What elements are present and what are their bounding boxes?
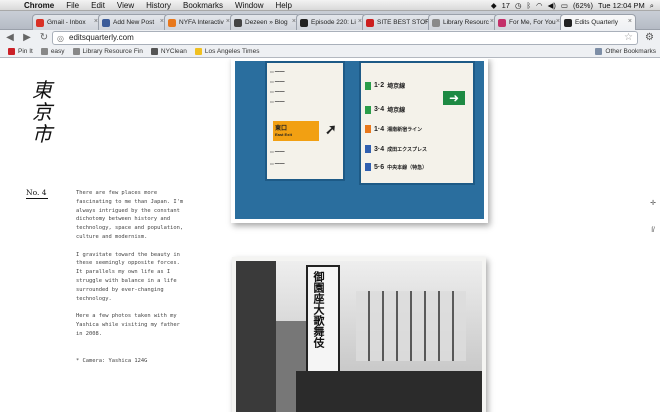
tab-label: Dezeen » Blog [245,19,288,26]
wordpress-icon [102,19,110,27]
tab-site-best[interactable]: SITE BEST STOR × [362,14,432,30]
station-sign-right: ➜ 1·2 埼京線 3·4 埼京線 1·4 湘南新宿ライン 3·4 成田エクスプレス 5… [359,61,475,185]
page-icon [150,48,158,55]
nyfa-icon [168,19,176,27]
tab-dezeen[interactable]: Dezeen » Blog × [230,14,300,30]
theater-banner: 御園座大歌舞伎 [306,265,340,375]
menu-app[interactable]: Chrome [18,0,60,11]
building-windows [356,291,466,361]
volume-icon[interactable]: ◀) [548,0,556,11]
menu-help[interactable]: Help [269,0,297,11]
side-controls: ✛ ſ/ [650,199,656,234]
menu-bar: Chrome File Edit View History Bookmarks … [0,0,660,11]
tab-gmail[interactable]: Gmail - Inbox × [32,14,102,30]
folder-icon [595,48,603,55]
bookmark-nyclean[interactable]: NYClean [150,48,187,55]
tab-nyfa[interactable]: NYFA Interactiv × [164,14,234,30]
bookmark-label: Los Angeles Times [204,48,260,55]
menu-bookmarks[interactable]: Bookmarks [177,0,229,11]
arrow-icon: ➚ [325,121,337,137]
menu-view[interactable]: View [111,0,140,11]
bluetooth-icon[interactable]: ᛒ [527,0,532,11]
dezeen-icon [234,19,242,27]
menu-window[interactable]: Window [229,0,269,11]
tab-label: For Me, For You [509,19,556,26]
menu-edit[interactable]: Edit [85,0,111,11]
bookmark-la-times[interactable]: Los Angeles Times [194,48,260,55]
bookmark-library[interactable]: Library Resource Fin [72,48,143,55]
paragraph: There are few places more fascinating to… [76,190,184,240]
tab-library-resource[interactable]: Library Resourc × [428,14,498,30]
page-title: 東京市 [32,78,52,146]
tab-label: SITE BEST STOR [377,19,430,26]
tab-label: Library Resourc [443,19,489,26]
bookmark-pin-it[interactable]: Pin It [8,48,33,55]
tab-label: Add New Post [113,19,155,26]
tab-for-me[interactable]: For Me, For You × [494,14,564,30]
episode-icon [300,19,308,27]
photo-station-signs: ▭ ━━━━ ▭ ━━━━ ▭ ━━━━ ▭ ━━━━ 東口 East Exit … [231,59,488,223]
spotlight-icon[interactable]: ⌕ [650,0,654,11]
page-icon [498,19,506,27]
youtube-icon [366,19,374,27]
bookmark-other[interactable]: Other Bookmarks [595,48,656,55]
share-icon[interactable]: ſ/ [651,227,655,234]
battery-percent: (62%) [572,0,593,10]
tab-episode[interactable]: Episode 220: Li × [296,14,366,30]
time-machine-icon[interactable]: ◷ [515,0,522,11]
bookmark-label: easy [50,48,65,55]
url-text: editsquarterly.com [69,33,134,42]
page-icon [72,48,80,55]
bookmark-label: Library Resource Fin [82,48,143,55]
wrench-icon[interactable]: ⚙ [645,32,654,43]
forward-icon[interactable]: ▶ [20,31,34,45]
close-icon[interactable]: × [628,18,632,25]
paragraph: I gravitate toward the beauty in these s… [76,251,180,302]
page-info-icon[interactable]: ◎ [57,34,64,43]
bookmark-label: Other Bookmarks [605,48,656,55]
bookmarks-bar: Pin It easy Library Resource Fin NYClean… [0,46,660,58]
arrow-icon: ➜ [443,91,465,105]
station-sign-left: ▭ ━━━━ ▭ ━━━━ ▭ ━━━━ ▭ ━━━━ 東口 East Exit … [265,61,345,181]
photo-theater: 御園座大歌舞伎 [232,257,486,412]
tab-add-new-post[interactable]: Add New Post × [98,14,168,30]
clock[interactable]: Tue 12:04 PM [598,0,645,11]
battery-icon[interactable]: ▭ [561,0,568,11]
address-bar[interactable]: ◎ editsquarterly.com ☆ [52,31,638,45]
gmail-icon [36,19,44,27]
toolbar: ◀ ▶ ↻ ◎ editsquarterly.com ☆ ⚙ [0,30,660,46]
pinterest-icon [8,48,15,55]
article-text: There are few places more fascinating to… [76,189,184,374]
photo-scene: 御園座大歌舞伎 [236,261,482,412]
tab-strip: Gmail - Inbox × Add New Post × NYFA Intera… [0,11,660,30]
bookmark-label: NYClean [160,48,187,55]
paragraph: * Camera: Yashica 124G [76,357,148,364]
tab-label: Gmail - Inbox [47,19,86,26]
menubar-status: ◆ 17 ◷ ᛒ ◠ ◀) ▭ (62%) Tue 12:04 PM ⌕ [491,0,660,11]
bookmark-easy[interactable]: easy [40,48,65,55]
star-icon[interactable]: ☆ [624,32,633,43]
tab-label: Edits Quarterly [575,19,618,26]
menu-history[interactable]: History [140,0,177,11]
exit-sign: 東口 East Exit [273,121,319,141]
paragraph: Here a few photos taken with my Yashica … [76,313,180,337]
notifications-count: 17 [501,0,510,10]
wifi-icon[interactable]: ◠ [536,0,543,11]
issue-number: No. 4 [26,188,48,199]
notifications-icon[interactable]: ◆ [491,0,497,11]
tab-label: Episode 220: Li [311,19,356,26]
reload-icon[interactable]: ↻ [37,31,51,45]
tab-edits-quarterly[interactable]: Edits Quarterly × [560,14,636,30]
page-icon [564,19,572,27]
back-icon[interactable]: ◀ [3,31,17,45]
page-icon [194,48,202,55]
plus-icon[interactable]: ✛ [650,199,656,207]
photo-scene: ▭ ━━━━ ▭ ━━━━ ▭ ━━━━ ▭ ━━━━ 東口 East Exit … [235,61,484,219]
page-content: 東京市 No. 4 There are few places more fasc… [0,59,660,412]
folder-icon [40,48,48,55]
menu-file[interactable]: File [60,0,85,11]
tab-label: NYFA Interactiv [179,19,224,26]
page-icon [432,19,440,27]
bookmark-label: Pin It [18,48,33,55]
